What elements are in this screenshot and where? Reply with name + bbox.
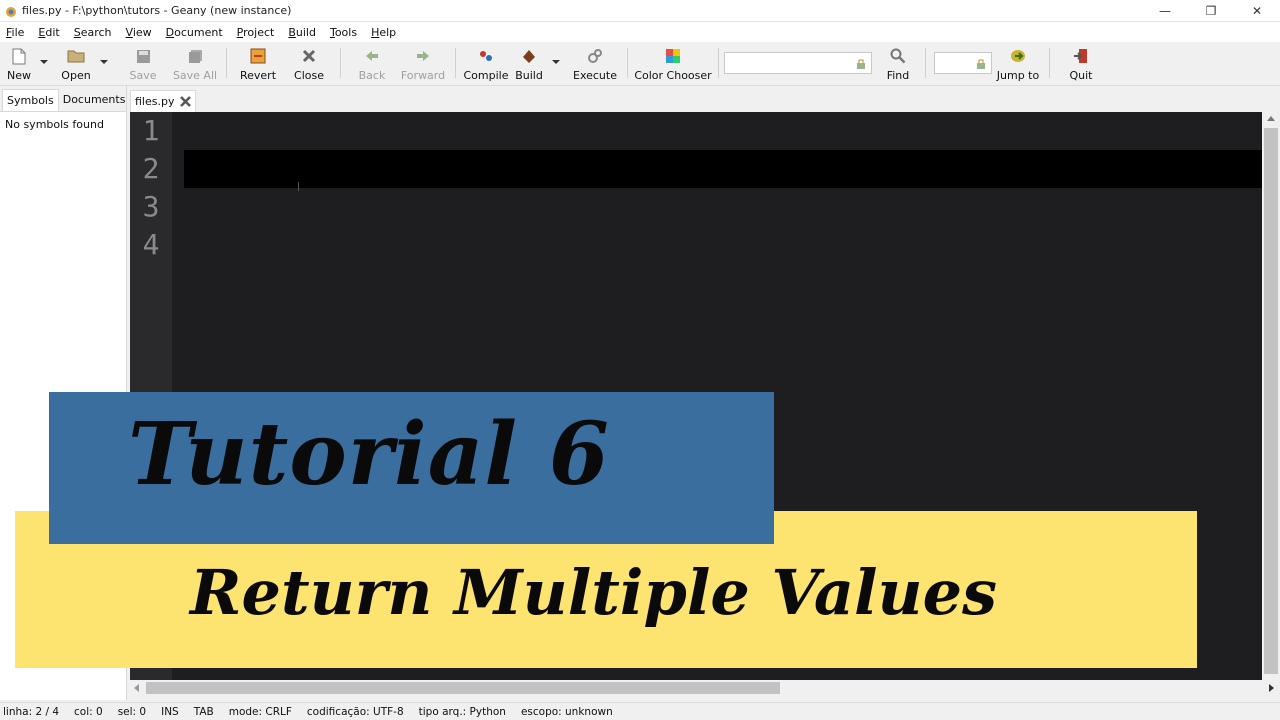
sidebar-tabs: Symbols Documents — [0, 86, 126, 112]
revert-icon — [250, 48, 266, 64]
menu-tools[interactable]: Tools — [328, 26, 359, 39]
execute-button[interactable]: Execute — [573, 44, 617, 84]
menu-edit[interactable]: Edit — [36, 26, 61, 39]
toolbar: New Open Save Save All Revert Close Back… — [0, 42, 1280, 86]
line-number: 4 — [142, 228, 160, 261]
line-number: 2 — [142, 152, 160, 185]
line-number-input[interactable] — [934, 52, 992, 74]
toolbar-separator — [455, 48, 456, 78]
close-window-button[interactable]: ✕ — [1234, 0, 1280, 22]
menu-document[interactable]: Document — [164, 26, 225, 39]
window-title: files.py - F:\python\tutors - Geany (new… — [22, 4, 292, 17]
status-bar: linha: 2 / 4 col: 0 sel: 0 INS TAB mode:… — [0, 702, 1280, 720]
status-scope: escopo: unknown — [520, 705, 613, 718]
back-button[interactable]: Back — [356, 44, 388, 84]
overlay-subtitle: Return Multiple Values — [190, 556, 997, 629]
save-all-button[interactable]: Save All — [173, 44, 217, 84]
status-filetype: tipo arq.: Python — [418, 705, 506, 718]
line-number: 1 — [142, 114, 160, 147]
menu-project[interactable]: Project — [235, 26, 277, 39]
menu-bar: File Edit Search View Document Project B… — [0, 22, 1280, 42]
search-input[interactable] — [724, 52, 872, 74]
quit-icon — [1074, 49, 1087, 63]
line-number: 3 — [142, 190, 160, 223]
toolbar-separator — [1049, 48, 1050, 78]
color-chooser-icon — [666, 49, 680, 63]
scroll-right-icon[interactable] — [1269, 684, 1274, 692]
magnifier-icon — [890, 48, 906, 64]
text-cursor — [298, 182, 299, 191]
horizontal-scrollbar[interactable] — [130, 680, 1274, 696]
maximize-button[interactable]: ❐ — [1188, 0, 1234, 22]
open-button[interactable]: Open — [60, 44, 92, 84]
vertical-scroll-thumb[interactable] — [1264, 128, 1278, 674]
menu-build[interactable]: Build — [286, 26, 318, 39]
color-chooser-button[interactable]: Color Chooser — [634, 44, 712, 84]
minimize-button[interactable]: — — [1142, 0, 1188, 22]
save-icon — [136, 49, 150, 63]
save-all-icon — [188, 49, 202, 63]
build-icon — [523, 50, 535, 63]
new-button[interactable]: New — [6, 44, 32, 84]
toolbar-separator — [627, 48, 628, 78]
toolbar-separator — [925, 48, 926, 78]
forward-arrow-icon — [417, 51, 429, 61]
back-arrow-icon — [366, 51, 378, 61]
new-file-icon — [12, 48, 26, 64]
menu-help[interactable]: Help — [369, 26, 398, 39]
scroll-up-icon[interactable] — [1267, 116, 1275, 121]
scroll-left-icon[interactable] — [134, 684, 139, 692]
document-tab-label: files.py — [135, 95, 175, 108]
toolbar-separator — [718, 48, 719, 78]
status-encoding: codificação: UTF-8 — [306, 705, 404, 718]
compile-button[interactable]: Compile — [463, 44, 509, 84]
tab-symbols[interactable]: Symbols — [2, 89, 59, 111]
new-dropdown-arrow[interactable] — [40, 60, 48, 64]
vertical-scrollbar[interactable] — [1262, 112, 1280, 680]
revert-button[interactable]: Revert — [240, 44, 276, 84]
horizontal-scroll-thumb[interactable] — [146, 682, 780, 694]
menu-view[interactable]: View — [124, 26, 154, 39]
overlay-title: Tutorial 6 — [128, 404, 610, 505]
close-button[interactable]: Close — [293, 44, 325, 84]
status-mode: mode: CRLF — [228, 705, 292, 718]
build-button[interactable]: Build — [514, 44, 544, 84]
close-x-icon — [302, 49, 316, 63]
toolbar-separator — [226, 48, 227, 78]
status-ins: INS — [161, 705, 179, 718]
status-col: col: 0 — [74, 705, 103, 718]
document-tabs: files.py — [130, 86, 1280, 112]
symbols-empty-message: No symbols found — [5, 118, 104, 131]
build-dropdown-arrow[interactable] — [552, 60, 560, 64]
current-line-highlight — [184, 150, 1262, 188]
open-dropdown-arrow[interactable] — [100, 60, 108, 64]
document-tab-files-py[interactable]: files.py — [130, 90, 197, 112]
execute-gears-icon — [588, 49, 602, 63]
quit-button[interactable]: Quit — [1066, 44, 1096, 84]
status-line: linha: 2 / 4 — [3, 705, 60, 718]
status-tab: TAB — [193, 705, 214, 718]
status-sel: sel: 0 — [117, 705, 147, 718]
close-tab-icon[interactable] — [180, 96, 192, 107]
compile-icon — [480, 51, 492, 61]
jump-to-icon — [1011, 50, 1025, 62]
geany-app-icon — [6, 6, 16, 17]
find-button[interactable]: Find — [884, 44, 912, 84]
tab-documents[interactable]: Documents — [59, 89, 130, 111]
folder-icon — [67, 50, 85, 63]
menu-search[interactable]: Search — [72, 26, 114, 39]
save-button[interactable]: Save — [128, 44, 158, 84]
forward-button[interactable]: Forward — [400, 44, 446, 84]
jump-to-button[interactable]: Jump to — [996, 44, 1040, 84]
clear-search-icon[interactable] — [855, 56, 867, 70]
toolbar-separator — [340, 48, 341, 78]
title-bar: files.py - F:\python\tutors - Geany (new… — [0, 0, 1280, 22]
clear-line-icon[interactable] — [975, 56, 987, 70]
menu-file[interactable]: File — [4, 26, 26, 39]
